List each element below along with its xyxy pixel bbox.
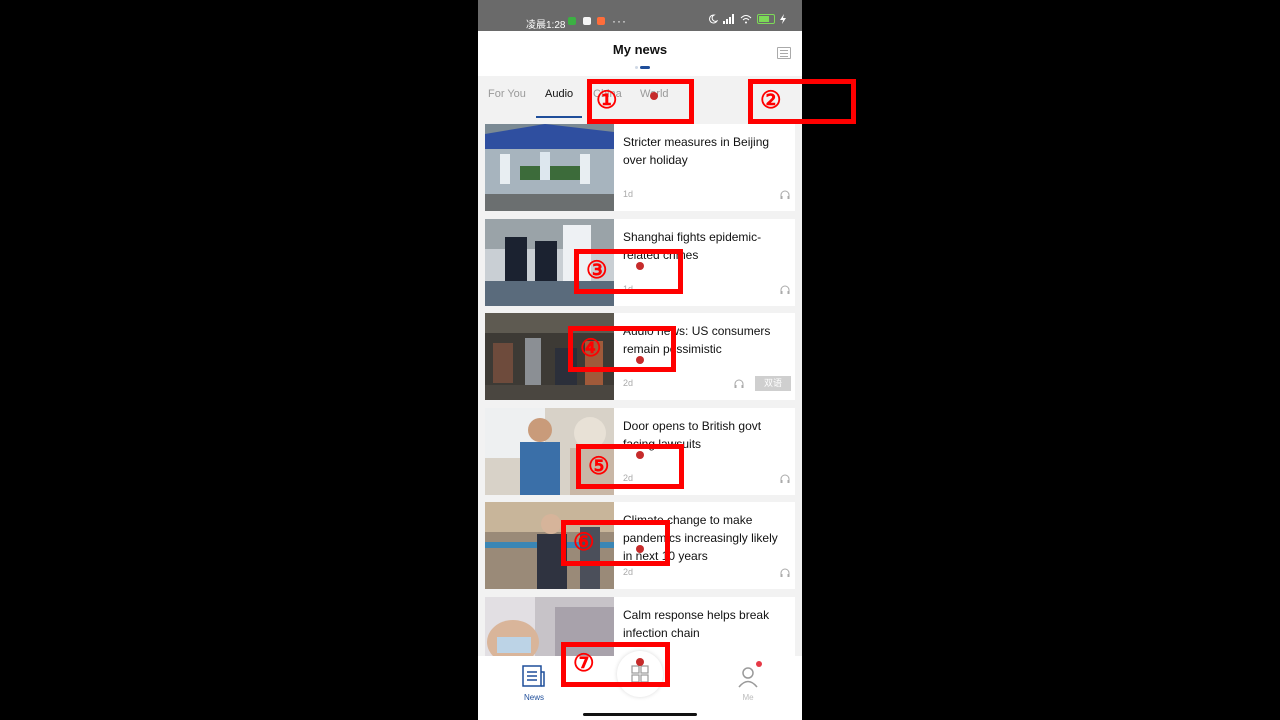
battery-icon: [757, 14, 775, 24]
annotation-dot-1: [650, 92, 658, 100]
news-age: 2d: [623, 567, 634, 577]
tab-for-you[interactable]: For You: [488, 88, 526, 100]
status-more: ···: [612, 14, 627, 28]
list-icon[interactable]: [777, 47, 791, 59]
annotation-number-2: ②: [760, 87, 782, 114]
moon-icon: [709, 14, 718, 24]
app-notification-icon: [597, 17, 605, 25]
news-title: Calm response helps break infection chai…: [623, 608, 770, 640]
annotation-dot-6: [636, 545, 644, 553]
home-indicator[interactable]: [583, 713, 697, 716]
bilingual-badge: 双语: [755, 376, 791, 391]
annotation-number-1: ①: [596, 87, 618, 114]
tab-audio[interactable]: Audio: [545, 88, 573, 100]
app-notification-icon: [568, 17, 576, 25]
page-indicator: [635, 66, 650, 69]
header: My news: [478, 31, 802, 76]
annotation-number-3: ③: [586, 257, 608, 284]
headphones-icon[interactable]: [780, 285, 790, 295]
headphones-icon[interactable]: [780, 568, 790, 578]
news-feed: Stricter measures in Beijing over holida…: [478, 122, 802, 656]
status-time: 凌晨1:28: [526, 20, 566, 31]
app-notification-icon: [583, 17, 591, 25]
headphones-icon[interactable]: [780, 474, 790, 484]
news-card[interactable]: Stricter measures in Beijing over holida…: [485, 124, 795, 211]
page-dot: [635, 66, 638, 69]
status-right: [708, 14, 786, 24]
annotation-dot-7: [636, 658, 644, 666]
person-icon[interactable]: [736, 664, 760, 688]
active-tab-indicator: [536, 116, 582, 118]
annotation-number-7: ⑦: [573, 650, 595, 677]
annotation-number-6: ⑥: [573, 529, 595, 556]
newspaper-icon[interactable]: [520, 664, 546, 688]
page-dot-active: [640, 66, 650, 69]
signal-icon: [723, 14, 734, 24]
news-age: 1d: [623, 189, 634, 199]
news-title: Stricter measures in Beijing over holida…: [623, 135, 770, 167]
status-bar: 凌晨1:28 ···: [478, 0, 802, 31]
nav-news-label[interactable]: News: [518, 693, 550, 702]
notification-badge: [756, 661, 762, 667]
headphones-icon[interactable]: [734, 379, 744, 389]
page-title: My news: [612, 42, 668, 57]
charging-icon: [780, 14, 786, 24]
headphones-icon[interactable]: [780, 190, 790, 200]
battery-fill: [759, 16, 769, 22]
annotation-dot-4: [636, 356, 644, 364]
annotation-number-5: ⑤: [588, 453, 610, 480]
annotation-dot-5: [636, 451, 644, 459]
wifi-icon: [740, 15, 752, 24]
news-thumbnail: [485, 124, 614, 211]
annotation-number-4: ④: [580, 335, 602, 362]
nav-me-label[interactable]: Me: [736, 693, 760, 702]
news-age: 2d: [623, 378, 634, 388]
annotation-dot-3: [636, 262, 644, 270]
